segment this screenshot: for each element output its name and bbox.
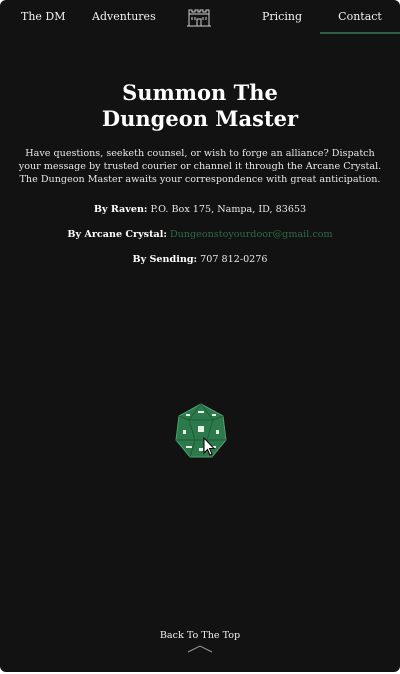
page-title-line-1: Summon The [122, 80, 278, 105]
email-link[interactable]: Dungeonstoyourdoor@gmail.com [170, 229, 333, 240]
contact-raven: By Raven: P.O. Box 175, Nampa, ID, 83653 [0, 204, 400, 216]
contact-crystal-label: By Arcane Crystal: [67, 229, 167, 240]
nav-item-the-dm[interactable]: The DM [21, 0, 66, 34]
contact-raven-value: P.O. Box 175, Nampa, ID, 83653 [150, 204, 307, 215]
chevron-up-icon[interactable] [186, 644, 214, 654]
intro-paragraph: Have questions, seeketh counsel, or wish… [18, 148, 382, 185]
page-title-line-2: Dungeon Master [101, 106, 299, 131]
nav-item-contact[interactable]: Contact [320, 0, 400, 34]
d20-die-icon[interactable] [174, 402, 228, 460]
castle-icon[interactable] [186, 8, 212, 27]
contact-sending: By Sending: 707 812-0276 [0, 254, 400, 266]
back-to-top-link[interactable]: Back To The Top [0, 630, 400, 641]
contact-crystal: By Arcane Crystal: Dungeonstoyourdoor@gm… [0, 229, 400, 241]
contact-sending-value: 707 812-0276 [200, 254, 268, 265]
contact-raven-label: By Raven: [93, 204, 148, 215]
top-navigation: The DM Adventures Pricing Contact [0, 0, 400, 34]
nav-item-adventures[interactable]: Adventures [92, 0, 156, 34]
contact-sending-label: By Sending: [132, 254, 198, 265]
page-frame: The DM Adventures Pricing Contact Summon… [0, 0, 400, 672]
nav-item-pricing[interactable]: Pricing [262, 0, 302, 34]
page-title: Summon The Dungeon Master [0, 80, 400, 132]
